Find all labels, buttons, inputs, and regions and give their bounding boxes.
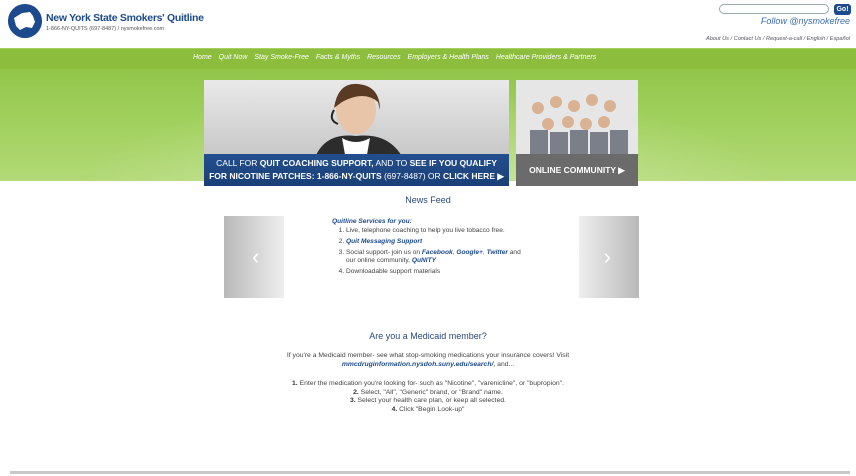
about-us-link[interactable]: About Us [706,36,729,42]
medicaid-intro-text: If you're a Medicaid member- see what st… [286,352,570,359]
hero-text-bold: SEE IF YOU QUALIFY [409,158,497,168]
news-slider: ‹ Quitline Services for you: Live, telep… [224,216,639,298]
slide-heading: Quitline Services for you: [332,218,412,225]
nav-item-resources[interactable]: Resources [367,54,400,61]
online-community-banner[interactable]: ONLINE COMMUNITY ▶ [516,80,638,186]
logo-title[interactable]: New York State Smokers' Quitline [46,12,204,24]
crowd-photo-icon [516,80,638,154]
online-community-label: ONLINE COMMUNITY ▶ [516,154,638,186]
services-list: Live, telephone coaching to help you liv… [332,227,522,276]
quit-coaching-banner[interactable]: CALL FOR QUIT COACHING SUPPORT, AND TO S… [204,80,509,186]
hero-text: (697-8487) OR [381,171,444,181]
page: New York State Smokers' Quitline 1-866-N… [0,0,856,476]
logo-subtitle: 1-866-NY-QUITS (697-8487) / nysmokefree.… [46,26,165,32]
hero-caption: CALL FOR QUIT COACHING SUPPORT, AND TO S… [204,154,509,186]
nav-item-facts-myths[interactable]: Facts & Myths [316,54,360,61]
nav-item-healthcare-providers[interactable]: Healthcare Providers & Partners [496,54,596,61]
nav-item-stay-smoke-free[interactable]: Stay Smoke-Free [254,54,308,61]
utility-links: About Us / Contact Us / Request-a-call /… [705,36,850,42]
nav-item-employers[interactable]: Employers & Health Plans [408,54,489,61]
go-button[interactable]: Go! [834,4,851,15]
list-item: Quit Messaging Support [346,238,522,246]
medicaid-steps: 1. Enter the medication you're looking f… [0,380,856,414]
main-nav: Home Quit Now Stay Smoke-Free Facts & My… [0,48,856,70]
quit-messaging-link[interactable]: Quit Messaging Support [346,238,422,245]
espanol-link[interactable]: Español [830,36,850,42]
contact-us-link[interactable]: Contact Us [734,36,762,42]
list-text: Social support- join us on [346,249,422,256]
click-here-link[interactable]: CLICK HERE ▶ [443,171,504,181]
follow-twitter-link[interactable]: Follow @nysmokefree [761,16,850,26]
bottom-divider [10,471,850,474]
step-text: Select, "All", "Generic" brand, or "Bran… [358,388,503,396]
medicaid-intro: If you're a Medicaid member- see what st… [0,351,856,369]
nav-item-quit-now[interactable]: Quit Now [219,54,248,61]
request-a-call-link[interactable]: Request-a-call [766,36,802,42]
medicaid-title: Are you a Medicaid member? [369,331,487,341]
list-item: Live, telephone coaching to help you liv… [346,227,522,235]
hero-text-bold: QUIT COACHING SUPPORT, [259,158,374,168]
nav-item-home[interactable]: Home [193,54,212,61]
news-feed-title: News Feed [405,195,451,205]
slide-content: Quitline Services for you: Live, telepho… [332,216,522,279]
medicaid-search-link[interactable]: mmcdruginformation.nysdoh.suny.edu/searc… [342,361,494,368]
list-item: Social support- join us on Facebook, Goo… [346,249,522,265]
ny-state-logo-icon[interactable] [8,4,42,38]
hero-text: AND TO [373,158,410,168]
step-text: Click "Begin Look-up" [397,405,465,413]
coach-photo-icon [314,83,404,160]
slider-next-button[interactable]: › [579,216,639,298]
medicaid-intro-tail: , and... [493,361,515,368]
slider-prev-button[interactable]: ‹ [224,216,284,298]
list-item: Downloadable support materials [346,268,522,276]
qunity-link[interactable]: QuNITY [412,257,436,264]
chevron-left-icon: ‹ [252,244,260,269]
step-text: Enter the medication you're looking for-… [297,380,564,387]
twitter-link[interactable]: Twitter [487,249,508,256]
site-header: New York State Smokers' Quitline 1-866-N… [0,0,856,48]
hero-phone: FOR NICOTINE PATCHES: 1-866-NY-QUITS [209,171,382,181]
google-plus-link[interactable]: Google+ [456,249,483,256]
facebook-link[interactable]: Facebook [422,249,453,256]
search-input[interactable] [719,4,829,14]
english-link[interactable]: English [807,36,825,42]
step-text: Select your health care plan, or keep al… [355,397,507,404]
chevron-right-icon: › [603,244,611,269]
hero-text: CALL FOR [216,158,260,168]
